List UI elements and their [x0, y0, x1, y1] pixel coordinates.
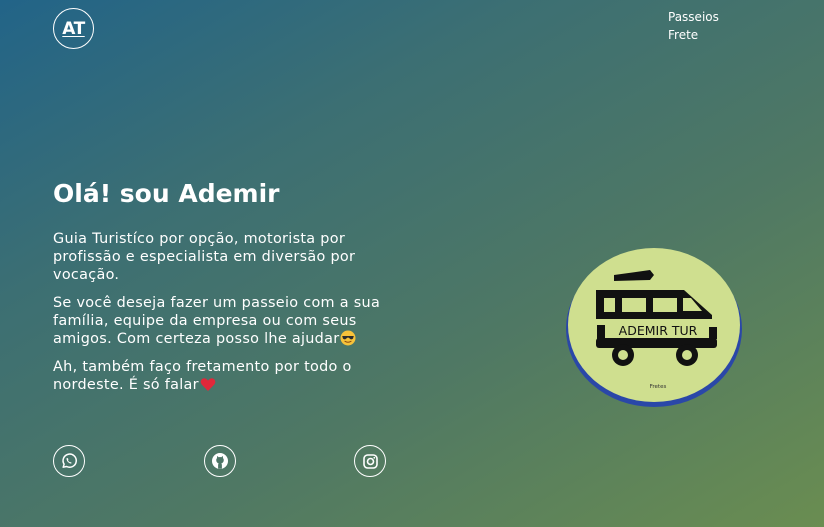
sunglasses-emoji-icon — [340, 330, 356, 346]
logo[interactable]: AT — [53, 8, 94, 49]
charter-paragraph: Ah, também faço fretamento por todo o no… — [53, 358, 393, 394]
intro-paragraph: Guia Turistíco por opção, motorista por … — [53, 230, 393, 284]
badge-caption: Fretes — [650, 384, 667, 390]
hero-title: Olá! sou Ademir — [53, 179, 280, 208]
whatsapp-button[interactable] — [53, 445, 85, 477]
logo-text: AT — [62, 18, 85, 39]
intro-text: Guia Turistíco por opção, motorista por … — [53, 231, 356, 283]
offer-paragraph: Se você deseja fazer um passeio com a su… — [53, 294, 393, 348]
badge-brand: ADEMIR TUR — [619, 323, 698, 338]
hero-section: Olá! sou Ademir Guia Turistíco por opção… — [53, 178, 393, 404]
ademir-tur-badge: ADEMIR TUR Fretes — [566, 248, 742, 407]
nav-link-frete[interactable]: Frete — [668, 27, 719, 43]
instagram-icon — [362, 453, 378, 469]
nav-link-passeios[interactable]: Passeios — [668, 9, 719, 25]
social-links — [53, 445, 386, 477]
github-icon — [211, 453, 228, 469]
main-nav: Passeios Frete — [668, 9, 719, 43]
offer-text: Se você deseja fazer um passeio com a su… — [53, 295, 381, 347]
heart-emoji-icon — [200, 378, 216, 391]
github-button[interactable] — [203, 445, 236, 477]
whatsapp-icon — [62, 453, 77, 468]
instagram-button[interactable] — [354, 445, 386, 477]
